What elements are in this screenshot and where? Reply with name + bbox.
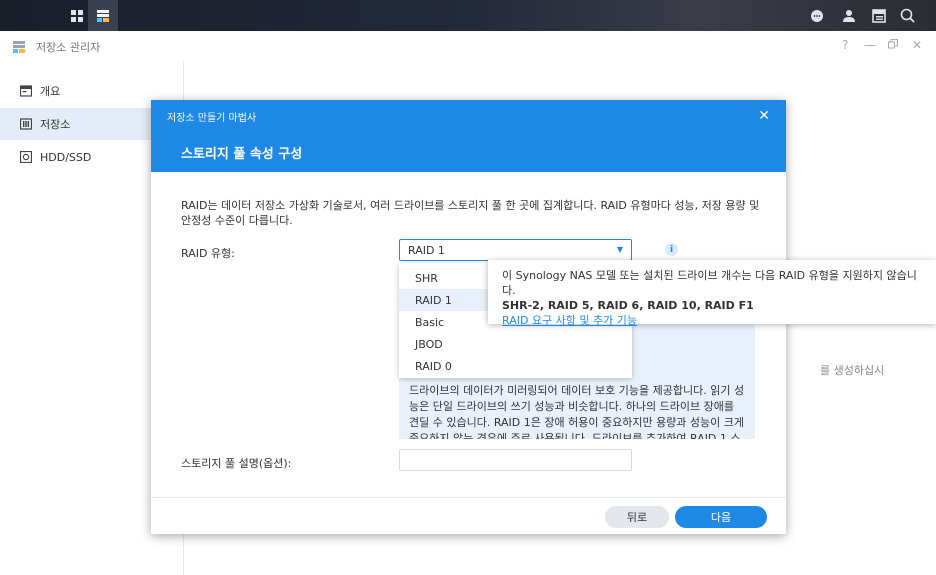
close-icon[interactable]: ✕	[758, 108, 770, 124]
window-title: 저장소 관리자	[36, 41, 101, 54]
storage-icon	[20, 118, 32, 130]
sidebar-item-label: HDD/SSD	[40, 150, 92, 164]
raid-option-jbod[interactable]: JBOD	[399, 333, 632, 355]
caret-down-icon: ▼	[616, 245, 623, 254]
search-button[interactable]	[894, 0, 920, 31]
window-title-bar: 저장소 관리자 ? — ✕	[0, 31, 936, 61]
info-icon[interactable]: i	[665, 243, 678, 256]
storage-manager-icon	[13, 41, 25, 53]
raid-type-label: RAID 유형:	[181, 247, 235, 260]
close-window-button[interactable]: ✕	[912, 38, 922, 52]
pool-description-input[interactable]	[399, 449, 632, 471]
taskbar	[0, 0, 936, 31]
raid-type-select[interactable]: RAID 1 ▼	[399, 239, 632, 261]
raid-type-selected: RAID 1	[408, 244, 445, 257]
chat-button[interactable]	[804, 0, 830, 31]
wizard-step-title: 스토리지 풀 속성 구성	[181, 147, 303, 162]
taskbar-storage-manager-button[interactable]	[88, 0, 118, 31]
widgets-button[interactable]	[866, 0, 892, 31]
unsupported-raid-list: SHR-2, RAID 5, RAID 6, RAID 10, RAID F1	[502, 299, 754, 312]
wizard-header: 저장소 만들기 마법사 스토리지 풀 속성 구성 ✕	[151, 100, 786, 172]
chat-icon	[811, 9, 823, 22]
search-icon	[900, 8, 915, 23]
grid-icon	[71, 9, 83, 22]
disk-icon	[20, 151, 32, 163]
help-button[interactable]: ?	[842, 38, 848, 52]
restore-icon	[888, 39, 898, 49]
tooltip-text: 이 Synology NAS 모델 또는 설치된 드라이브 개수는 다음 RAI…	[502, 269, 917, 297]
minimize-button[interactable]: —	[864, 38, 876, 52]
raid-support-tooltip: 이 Synology NAS 모델 또는 설치된 드라이브 개수는 다음 RAI…	[488, 260, 936, 327]
wizard-footer: 뒤로 다음	[151, 497, 786, 534]
raid-info-text: 드라이브의 데이터가 미러링되어 데이터 보호 기능을 제공합니다. 읽기 성능…	[409, 384, 745, 439]
storage-manager-icon	[97, 9, 109, 22]
sidebar-item-label: 개요	[40, 85, 61, 98]
back-button[interactable]: 뒤로	[605, 506, 669, 528]
user-icon	[843, 9, 855, 22]
widget-icon	[872, 8, 886, 23]
background-partial-text: 를 생성하십시	[820, 364, 885, 377]
raid-description: RAID는 데이터 저장소 가상화 기술로서, 여러 드라이브를 스토리지 풀 …	[181, 199, 760, 227]
raid-requirements-link[interactable]: RAID 요구 사항 및 추가 기능	[502, 313, 922, 328]
sidebar-item-label: 저장소	[40, 118, 71, 131]
wizard-title: 저장소 만들기 마법사	[167, 113, 257, 124]
raid-option-raid0[interactable]: RAID 0	[399, 355, 632, 377]
maximize-button[interactable]	[888, 38, 898, 52]
overview-icon	[20, 85, 32, 97]
user-button[interactable]	[836, 0, 862, 31]
pool-description-label: 스토리지 풀 설명(옵션):	[181, 457, 292, 470]
next-button[interactable]: 다음	[675, 506, 767, 528]
